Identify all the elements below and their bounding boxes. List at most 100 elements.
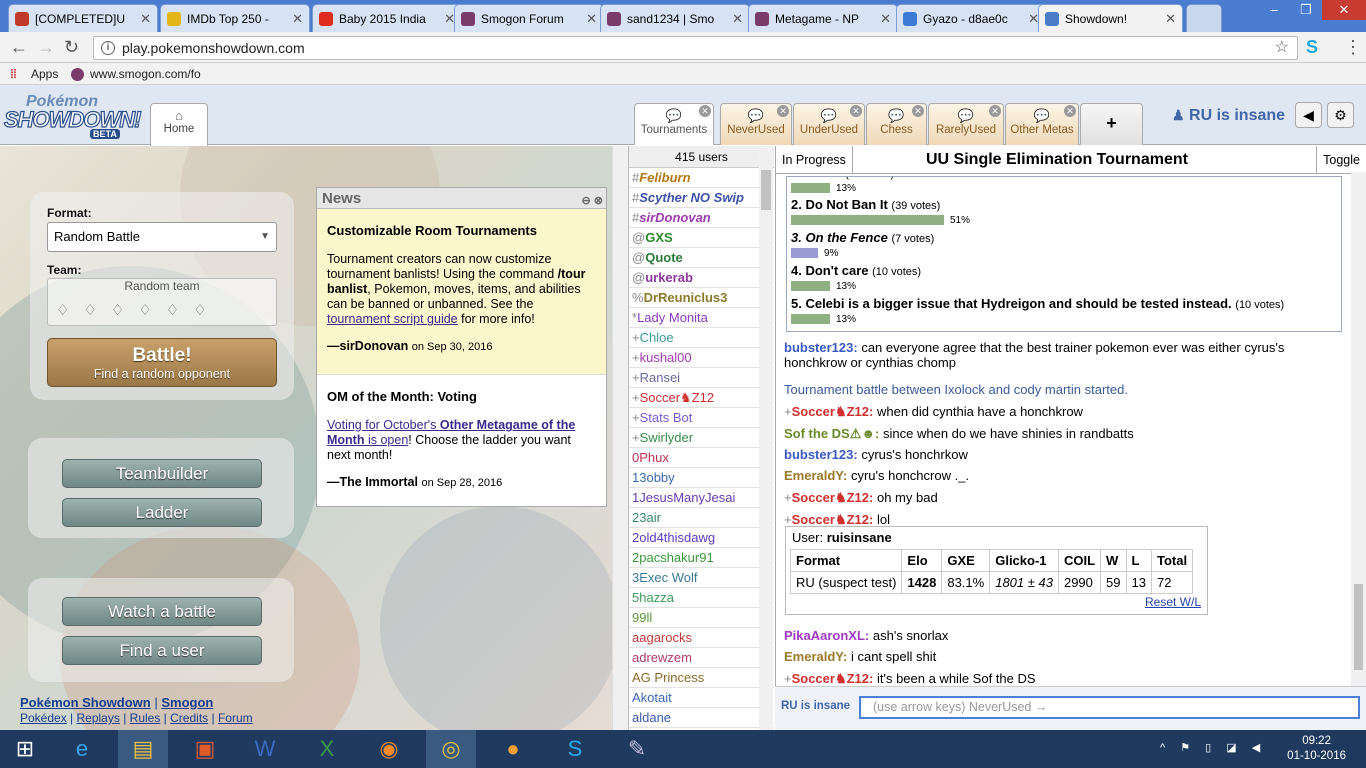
chrome-icon[interactable]: ◎	[426, 730, 476, 768]
apps-grid-icon[interactable]: ⁞⁞	[10, 63, 17, 85]
user-list-item[interactable]: +Soccer♞Z12	[629, 388, 774, 408]
link-pokedex[interactable]: Pokédex	[20, 711, 67, 725]
chat-user-name[interactable]: RU is insane	[781, 700, 850, 712]
browser-tab[interactable]: Gyazo - d8ae0c ✕	[896, 4, 1046, 32]
chat-username[interactable]: Soccer♞Z12:	[792, 512, 874, 527]
chat-username[interactable]: Soccer♞Z12:	[792, 404, 874, 419]
info-icon[interactable]: i	[101, 41, 115, 55]
link-pokemon-showdown[interactable]: Pokémon Showdown	[20, 695, 151, 710]
user-list-item[interactable]: AG Princess	[629, 668, 774, 688]
forward-icon[interactable]: →	[37, 37, 55, 57]
powerpoint-icon[interactable]: ▣	[180, 730, 230, 768]
word-icon[interactable]: W	[240, 730, 290, 768]
user-list-item[interactable]: aldane	[629, 708, 774, 728]
back-icon[interactable]: ←	[10, 37, 28, 57]
link-replays[interactable]: Replays	[77, 711, 120, 725]
teambuilder-button[interactable]: Teambuilder	[62, 459, 262, 488]
tournament-guide-link[interactable]: tournament script guide	[327, 312, 458, 326]
clock[interactable]: 09:22 01-10-2016	[1287, 734, 1346, 764]
close-icon[interactable]: ✕	[699, 105, 711, 117]
reload-icon[interactable]: ↻	[64, 37, 79, 57]
app-icon[interactable]: ●	[488, 730, 538, 768]
browser-tab[interactable]: IMDb Top 250 - ✕	[160, 4, 310, 32]
menu-icon[interactable]: ⋮	[1344, 37, 1362, 57]
tab-home[interactable]: ⌂ Home	[150, 103, 208, 146]
main-scrollbar[interactable]	[612, 146, 628, 730]
new-tab-button[interactable]	[1186, 4, 1222, 32]
browser-tab[interactable]: Metagame - NP ✕	[748, 4, 898, 32]
add-room-button[interactable]: +	[1080, 103, 1143, 145]
user-list-item[interactable]: #sirDonovan	[629, 208, 774, 228]
maximize-icon[interactable]: ❐	[1290, 0, 1322, 20]
system-tray-icons[interactable]: ^ ⚑ ▯ ◪ ◀	[1160, 741, 1266, 754]
ladder-button[interactable]: Ladder	[62, 498, 262, 527]
user-list-item[interactable]: 5hazza	[629, 588, 774, 608]
chat-username[interactable]: Soccer♞Z12:	[792, 490, 874, 505]
minimize-icon[interactable]: –	[1258, 0, 1290, 20]
close-icon[interactable]: ✕	[989, 105, 1001, 117]
tab-room-0[interactable]: 💬 Tournaments ✕	[634, 103, 714, 145]
close-icon[interactable]: ✕	[140, 11, 151, 27]
chat-username[interactable]: EmeraldY:	[784, 468, 847, 483]
bookmark-apps[interactable]: Apps	[31, 63, 58, 85]
user-list-item[interactable]: 1JesusManyJesai	[629, 488, 774, 508]
tab-room-4[interactable]: 💬 RarelyUsed ✕	[928, 103, 1004, 145]
user-list-item[interactable]: @GXS	[629, 228, 774, 248]
chat-username[interactable]: EmeraldY:	[784, 649, 847, 664]
sound-icon[interactable]: ◀	[1295, 102, 1322, 128]
team-select[interactable]: Random team ♢♢♢♢♢♢	[47, 278, 277, 326]
bookmark-smogon[interactable]: www.smogon.com/fo	[90, 63, 201, 85]
paint-icon[interactable]: ✎	[612, 730, 662, 768]
bookmark-star-icon[interactable]: ☆	[1275, 37, 1289, 59]
file-explorer-icon[interactable]: ▤	[118, 730, 168, 768]
toggle-button[interactable]: Toggle	[1316, 146, 1366, 174]
user-list-item[interactable]: +Ransei	[629, 368, 774, 388]
address-bar[interactable]: i play.pokemonshowdown.com ☆	[93, 36, 1298, 60]
user-list-item[interactable]: @urkerab	[629, 268, 774, 288]
user-list-item[interactable]: 23air	[629, 508, 774, 528]
close-window-icon[interactable]: ✕	[1322, 0, 1366, 20]
chat-username[interactable]: PikaAaronXL:	[784, 628, 869, 643]
browser-tab[interactable]: Showdown! ✕	[1038, 4, 1183, 32]
reset-wl-link[interactable]: Reset W/L	[1145, 595, 1201, 609]
user-list-item[interactable]: 3Exec Wolf	[629, 568, 774, 588]
user-list-item[interactable]: +kushal00	[629, 348, 774, 368]
close-icon[interactable]: ✕	[292, 11, 303, 27]
browser-tab[interactable]: [COMPLETED]U ✕	[8, 4, 158, 32]
close-icon[interactable]: ✕	[732, 11, 743, 27]
user-list-item[interactable]: 99ll	[629, 608, 774, 628]
showdown-logo[interactable]: Pokémon SHOWDOWN! BETA	[3, 93, 150, 139]
close-icon[interactable]: ✕	[880, 11, 891, 27]
user-list-item[interactable]: adrewzem	[629, 648, 774, 668]
skype-icon[interactable]: S	[550, 730, 600, 768]
tab-room-1[interactable]: 💬 NeverUsed ✕	[720, 103, 792, 145]
format-select[interactable]: Random Battle ▼	[47, 222, 277, 252]
user-list-item[interactable]: +Swirlyder	[629, 428, 774, 448]
tab-room-3[interactable]: 💬 Chess ✕	[866, 103, 927, 145]
user-list-item[interactable]: Akotait	[629, 688, 774, 708]
close-icon[interactable]: ✕	[850, 105, 862, 117]
windows-start-icon[interactable]: ⊞	[0, 730, 50, 768]
tab-room-5[interactable]: 💬 Other Metas ✕	[1005, 103, 1079, 145]
chat-username[interactable]: Sof the DS⚠☻:	[784, 426, 879, 441]
chat-input[interactable]: (use arrow keys) NeverUsed →	[859, 696, 1360, 719]
internet-explorer-icon[interactable]: e	[57, 730, 107, 768]
link-forum[interactable]: Forum	[218, 711, 253, 725]
user-list-item[interactable]: *Lady Monita	[629, 308, 774, 328]
link-smogon[interactable]: Smogon	[161, 695, 213, 710]
user-list-item[interactable]: 2pacshakur91	[629, 548, 774, 568]
link-credits[interactable]: Credits	[170, 711, 208, 725]
close-icon[interactable]: ⊗	[594, 195, 603, 207]
user-list-item[interactable]: %DrReuniclus3	[629, 288, 774, 308]
user-list-item[interactable]: #Feliburn	[629, 168, 774, 188]
chat-scrollbar[interactable]	[1351, 172, 1366, 686]
close-icon[interactable]: ✕	[912, 105, 924, 117]
close-icon[interactable]: ✕	[1165, 11, 1176, 27]
chat-username[interactable]: Soccer♞Z12:	[792, 671, 874, 686]
scrollbar-thumb[interactable]	[1354, 584, 1363, 670]
user-name-display[interactable]: ♟ RU is insane	[1172, 107, 1285, 125]
chat-username[interactable]: bubster123:	[784, 340, 858, 355]
firefox-icon[interactable]: ◉	[364, 730, 414, 768]
user-list-item[interactable]: @Quote	[629, 248, 774, 268]
find-user-button[interactable]: Find a user	[62, 636, 262, 665]
